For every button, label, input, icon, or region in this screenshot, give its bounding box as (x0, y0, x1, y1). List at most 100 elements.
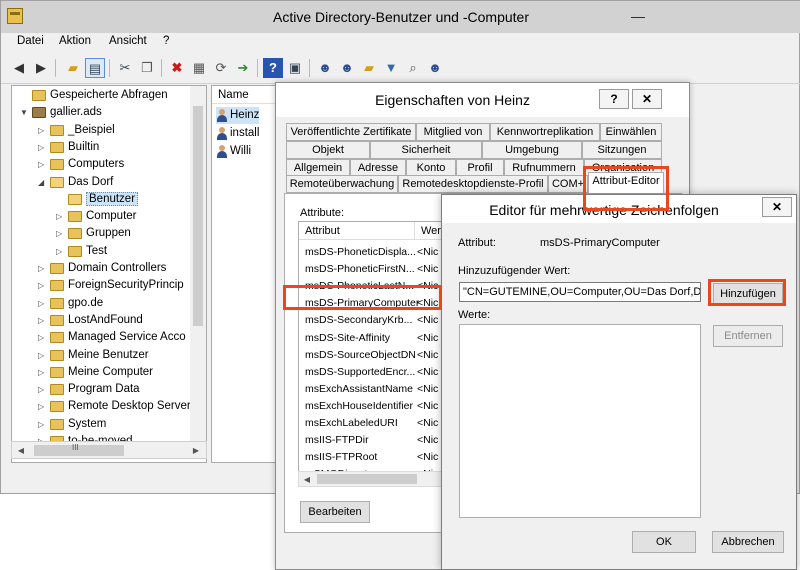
expand-toggle-icon[interactable]: ▷ (38, 364, 48, 381)
find-icon[interactable]: ⌕ (403, 58, 423, 78)
remove-button[interactable]: Entfernen (713, 325, 783, 347)
attribute-list[interactable]: Attribut Wer msDS-PhoneticDispla... <Nic m… (298, 221, 448, 487)
tab-password-replication[interactable]: Kennwortreplikation (490, 123, 600, 141)
tree-item[interactable]: ▷ Meine Computer (38, 364, 153, 381)
attribute-row[interactable]: msDS-Site-Affinity <Nic (305, 330, 445, 346)
console-icon[interactable]: ▣ (285, 58, 305, 78)
expand-toggle-icon[interactable]: ▷ (56, 243, 66, 260)
attribute-row[interactable]: msDS-SupportedEncr... <Nic (305, 364, 445, 380)
new-user-icon[interactable]: ☻ (315, 58, 335, 78)
tab-sessions[interactable]: Sitzungen (582, 141, 662, 159)
menu-ansicht[interactable]: Ansicht (109, 35, 147, 47)
expand-toggle-icon[interactable]: ▷ (38, 416, 48, 433)
tab-published-certificates[interactable]: Veröffentlichte Zertifikate (286, 123, 416, 141)
tree-item[interactable]: ▷ gpo.de (38, 295, 103, 312)
new-ou-icon[interactable]: ▰ (359, 58, 379, 78)
tab-object[interactable]: Objekt (286, 141, 370, 159)
expand-toggle-icon[interactable]: ▷ (38, 347, 48, 364)
scroll-left-arrow[interactable]: ◀ (299, 472, 315, 487)
attribute-row[interactable]: msExchAssistantName <Nic (305, 381, 445, 397)
new-group-icon[interactable]: ☻ (337, 58, 357, 78)
list-item[interactable]: install (216, 125, 259, 142)
column-header-name[interactable]: Name (212, 86, 280, 104)
attribute-row[interactable]: msDS-PhoneticDispla... <Nic (305, 244, 445, 260)
tree-item[interactable]: Gespeicherte Abfragen (20, 87, 168, 104)
value-to-add-input[interactable]: "CN=GUTEMINE,OU=Computer,OU=Das Dorf,DC=… (459, 282, 701, 302)
tree-item[interactable]: ◢ Das Dorf (38, 174, 113, 191)
tab-remote-control[interactable]: Remoteüberwachung (286, 175, 398, 193)
console-tree[interactable]: Gespeicherte Abfragen ▼ gallier.ads ▷ _Beisp… (11, 85, 207, 463)
attribute-row[interactable]: msExchHouseIdentifier <Nic (305, 398, 445, 414)
values-list[interactable] (459, 324, 701, 518)
attribute-row[interactable]: msDS-PhoneticFirstN... <Nic (305, 261, 445, 277)
expand-toggle-icon[interactable]: ◢ (38, 174, 48, 191)
tree-vertical-scrollbar[interactable] (190, 86, 206, 441)
expand-toggle-icon[interactable]: ▷ (38, 329, 48, 346)
tree-item[interactable]: ▷ Program Data (38, 381, 140, 398)
attribute-row[interactable]: msDS-SecondaryKrb... <Nic (305, 312, 445, 328)
result-list[interactable]: Name Heinz install Willi (211, 85, 281, 463)
forward-arrow-icon[interactable]: ▶ (31, 58, 51, 78)
tab-environment[interactable]: Umgebung (482, 141, 582, 159)
edit-button[interactable]: Bearbeiten (300, 501, 370, 523)
attribute-row[interactable]: msDS-SourceObjectDN <Nic (305, 347, 445, 363)
attribute-row[interactable]: msExchLabeledURI <Nic (305, 415, 445, 431)
expand-toggle-icon[interactable]: ▷ (38, 156, 48, 173)
filter-icon[interactable]: ▼ (381, 58, 401, 78)
tree-item[interactable]: ▷ Remote Desktop Server (38, 398, 191, 415)
export-icon[interactable]: ➔ (233, 58, 253, 78)
expand-toggle-icon[interactable]: ▼ (20, 104, 30, 121)
tab-dial-in[interactable]: Einwählen (600, 123, 662, 141)
properties-icon[interactable]: ▦ (189, 58, 209, 78)
scroll-thumb[interactable] (317, 474, 417, 484)
tree-item[interactable]: ▷ ForeignSecurityPrincip (38, 277, 184, 294)
add-member-icon[interactable]: ☻ (425, 58, 445, 78)
tree-item[interactable]: ▷ Computer (56, 208, 137, 225)
help-icon[interactable]: ? (263, 58, 283, 78)
menu-aktion[interactable]: Aktion (59, 35, 91, 47)
console-tree-icon[interactable]: ▤ (85, 58, 105, 78)
column-header-attribute[interactable]: Attribut (299, 222, 415, 240)
scroll-thumb[interactable]: III (34, 443, 124, 456)
scroll-left-arrow[interactable]: ◀ (13, 443, 29, 458)
list-item[interactable]: Willi (216, 143, 251, 160)
refresh-icon[interactable]: ⟳ (211, 58, 231, 78)
tree-item[interactable]: ▷ LostAndFound (38, 312, 143, 329)
close-button[interactable]: ✕ (762, 197, 792, 217)
tree-item[interactable]: ▷ System (38, 416, 106, 433)
tab-com-plus[interactable]: COM+ (548, 175, 588, 193)
menu-help[interactable]: ? (163, 35, 169, 47)
expand-toggle-icon[interactable]: ▷ (38, 295, 48, 312)
attribute-row[interactable]: msIIS-FTPRoot <Nic (305, 449, 445, 465)
expand-toggle-icon[interactable]: ▷ (38, 260, 48, 277)
tree-item[interactable]: Benutzer (56, 191, 139, 208)
expand-toggle-icon[interactable]: ▷ (56, 225, 66, 242)
back-arrow-icon[interactable]: ◀ (9, 58, 29, 78)
delete-icon[interactable]: ✖ (167, 58, 187, 78)
expand-toggle-icon[interactable]: ▷ (38, 381, 48, 398)
folder-up-icon[interactable]: ▰ (63, 58, 83, 78)
help-button[interactable]: ? (599, 89, 629, 109)
cut-icon[interactable]: ✂ (115, 58, 135, 78)
menu-datei[interactable]: Datei (17, 35, 44, 47)
minimize-button[interactable]: — (615, 1, 661, 31)
cancel-button[interactable]: Abbrechen (712, 531, 784, 553)
dialog-title-bar[interactable]: Eigenschaften von Heinz ? ✕ (276, 83, 689, 117)
tab-member-of[interactable]: Mitglied von (416, 123, 490, 141)
ok-button[interactable]: OK (632, 531, 696, 553)
expand-toggle-icon[interactable]: ▷ (38, 277, 48, 294)
tab-security[interactable]: Sicherheit (370, 141, 482, 159)
expand-toggle-icon[interactable]: ▷ (38, 139, 48, 156)
expand-toggle-icon[interactable]: ▷ (38, 398, 48, 415)
attribute-list-horizontal-scrollbar[interactable]: ◀ (298, 471, 448, 487)
list-item[interactable]: Heinz (216, 107, 260, 124)
expand-toggle-icon[interactable]: ▷ (56, 208, 66, 225)
tab-remote-desktop-profile[interactable]: Remotedesktopdienste-Profil (398, 175, 548, 193)
tree-item[interactable]: ▷ _Beispiel (38, 122, 115, 139)
scroll-thumb[interactable] (193, 106, 203, 326)
title-bar[interactable]: Active Directory-Benutzer und -Computer (1, 1, 800, 33)
tree-item[interactable]: ▷ Managed Service Acco (38, 329, 186, 346)
tree-item[interactable]: ▷ Builtin (38, 139, 99, 156)
tree-horizontal-scrollbar[interactable]: ◀ III ▶ (11, 441, 207, 459)
close-button[interactable]: ✕ (632, 89, 662, 109)
